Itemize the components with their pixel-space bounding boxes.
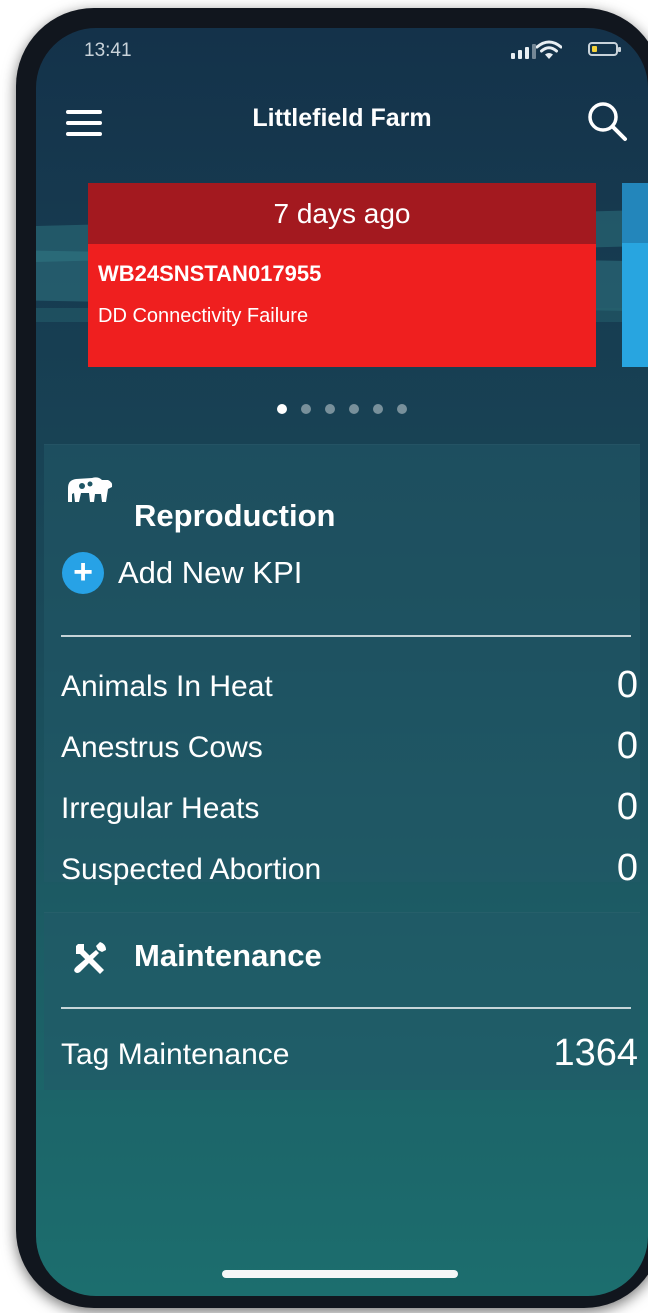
cellular-signal-icon bbox=[511, 44, 536, 59]
alert-time-ago: 7 days ago bbox=[88, 183, 596, 244]
kpi-value: 0 bbox=[616, 725, 638, 767]
kpi-label: Tag Maintenance bbox=[61, 1038, 290, 1071]
kpi-value: 1364 bbox=[553, 1032, 638, 1074]
kpi-row-suspected-abortion[interactable]: Suspected Abortion 0 bbox=[61, 847, 638, 897]
tools-icon bbox=[72, 940, 108, 981]
pagination-dot[interactable] bbox=[301, 404, 311, 414]
add-new-kpi-button[interactable]: + Add New KPI bbox=[62, 552, 302, 594]
alert-tag-id: WB24SNSTAN017955 bbox=[98, 261, 322, 286]
home-indicator[interactable] bbox=[222, 1270, 458, 1278]
pagination-dot[interactable] bbox=[277, 404, 287, 414]
kpi-label: Irregular Heats bbox=[61, 792, 260, 825]
cow-icon bbox=[64, 472, 114, 513]
divider bbox=[61, 635, 631, 637]
plus-icon: + bbox=[62, 552, 104, 594]
maintenance-panel: Maintenance Tag Maintenance 1364 bbox=[44, 912, 640, 1090]
status-time: 13:41 bbox=[84, 40, 132, 61]
alert-card[interactable]: 7 days ago WB24SNSTAN017955 DD Connectiv… bbox=[88, 183, 596, 367]
kpi-row-animals-in-heat[interactable]: Animals In Heat 0 bbox=[61, 664, 638, 714]
pagination-dot[interactable] bbox=[349, 404, 359, 414]
divider bbox=[61, 1007, 631, 1009]
section-title-maintenance: Maintenance bbox=[134, 938, 322, 973]
page-title: Littlefield Farm bbox=[252, 104, 432, 132]
add-new-kpi-label: Add New KPI bbox=[118, 555, 303, 590]
reproduction-panel: Reproduction + Add New KPI Animals In He… bbox=[44, 444, 640, 889]
next-alert-card-header bbox=[622, 183, 648, 243]
app-screen: 13:41 Littlefield Farm 7 days ago WB24SN… bbox=[36, 28, 648, 1296]
pagination-dot[interactable] bbox=[325, 404, 335, 414]
section-title-reproduction: Reproduction bbox=[134, 498, 336, 533]
kpi-label: Anestrus Cows bbox=[61, 731, 263, 764]
kpi-label: Suspected Abortion bbox=[61, 853, 322, 886]
search-icon[interactable] bbox=[584, 98, 630, 144]
kpi-label: Animals In Heat bbox=[61, 670, 273, 703]
carousel-pagination[interactable] bbox=[36, 404, 648, 414]
kpi-row-irregular-heats[interactable]: Irregular Heats 0 bbox=[61, 786, 638, 836]
pagination-dot[interactable] bbox=[397, 404, 407, 414]
battery-icon bbox=[588, 42, 621, 56]
kpi-value: 0 bbox=[616, 664, 638, 706]
kpi-value: 0 bbox=[616, 847, 638, 889]
alert-message: DD Connectivity Failure bbox=[98, 305, 309, 327]
kpi-row-tag-maintenance[interactable]: Tag Maintenance 1364 bbox=[61, 1032, 638, 1082]
kpi-value: 0 bbox=[616, 786, 638, 828]
kpi-row-anestrus-cows[interactable]: Anestrus Cows 0 bbox=[61, 725, 638, 775]
wifi-icon bbox=[535, 40, 563, 65]
pagination-dot[interactable] bbox=[373, 404, 383, 414]
